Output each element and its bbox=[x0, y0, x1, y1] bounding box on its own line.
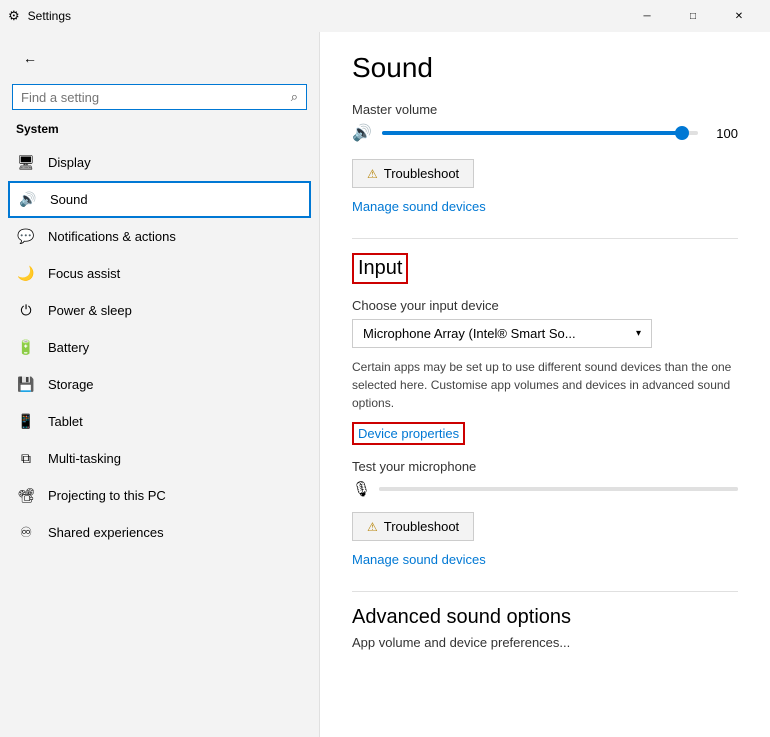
mic-icon: 🎙 bbox=[352, 480, 371, 498]
search-icon: ⌕ bbox=[291, 89, 298, 105]
volume-slider-track[interactable] bbox=[382, 131, 698, 135]
power-icon: ⏻ bbox=[16, 302, 36, 319]
nav-item-storage[interactable]: 💾 Storage bbox=[0, 366, 319, 403]
troubleshoot-label: Troubleshoot bbox=[384, 166, 459, 181]
maximize-button[interactable]: □ bbox=[670, 0, 716, 32]
nav-label-battery: Battery bbox=[48, 340, 89, 355]
section-divider-2 bbox=[352, 591, 738, 592]
manage-sound-link[interactable]: Manage sound devices bbox=[352, 199, 486, 214]
troubleshoot-label-2: Troubleshoot bbox=[384, 519, 459, 534]
nav-label-focus: Focus assist bbox=[48, 266, 120, 281]
master-volume-label: Master volume bbox=[352, 102, 738, 117]
nav-label-notifications: Notifications & actions bbox=[48, 229, 176, 244]
nav-label-tablet: Tablet bbox=[48, 414, 83, 429]
advanced-title: Advanced sound options bbox=[352, 606, 738, 629]
section-divider-1 bbox=[352, 238, 738, 239]
titlebar: ⚙ Settings ─ □ ✕ bbox=[0, 0, 770, 32]
minimize-button[interactable]: ─ bbox=[624, 0, 670, 32]
nav-label-projecting: Projecting to this PC bbox=[48, 488, 166, 503]
titlebar-controls: ─ □ ✕ bbox=[624, 0, 762, 32]
volume-slider-fill bbox=[382, 131, 682, 135]
dropdown-arrow-icon: ▾ bbox=[636, 328, 641, 339]
input-device-dropdown[interactable]: Microphone Array (Intel® Smart So... ▾ bbox=[352, 319, 652, 348]
input-section-title-wrapper: Input bbox=[352, 253, 408, 284]
mic-level-track bbox=[379, 487, 738, 491]
titlebar-left: ⚙ Settings bbox=[8, 8, 71, 24]
shared-icon: ♾ bbox=[16, 524, 36, 541]
sidebar-header: ← bbox=[0, 32, 319, 84]
sound-icon: 🔊 bbox=[18, 191, 38, 208]
multitasking-icon: ⧉ bbox=[16, 450, 36, 467]
sidebar: ← ⌕ System 🖥 Display 🔊 Sound 💬 Notificat… bbox=[0, 32, 320, 737]
volume-icon: 🔊 bbox=[352, 123, 372, 143]
input-device-value: Microphone Array (Intel® Smart So... bbox=[363, 326, 576, 341]
warning-icon-2: ⚠ bbox=[367, 520, 378, 534]
nav-item-notifications[interactable]: 💬 Notifications & actions bbox=[0, 218, 319, 255]
search-box[interactable]: ⌕ bbox=[12, 84, 307, 110]
notifications-icon: 💬 bbox=[16, 228, 36, 245]
back-button[interactable]: ← bbox=[16, 44, 44, 72]
nav-label-multitasking: Multi-tasking bbox=[48, 451, 121, 466]
storage-icon: 💾 bbox=[16, 376, 36, 393]
nav-item-focus[interactable]: 🌙 Focus assist bbox=[0, 255, 319, 292]
tablet-icon: 📱 bbox=[16, 413, 36, 430]
content-area: Sound Master volume 🔊 100 ⚠ Troubleshoot… bbox=[320, 32, 770, 737]
battery-icon: 🔋 bbox=[16, 339, 36, 356]
search-input[interactable] bbox=[21, 90, 285, 105]
device-props-wrapper: Device properties bbox=[352, 422, 465, 445]
nav-label-display: Display bbox=[48, 155, 91, 170]
page-title: Sound bbox=[352, 52, 738, 84]
input-section-title: Input bbox=[358, 257, 402, 279]
titlebar-title: Settings bbox=[28, 9, 71, 23]
nav-item-shared[interactable]: ♾ Shared experiences bbox=[0, 514, 319, 551]
nav-item-tablet[interactable]: 📱 Tablet bbox=[0, 403, 319, 440]
warning-icon: ⚠ bbox=[367, 167, 378, 181]
nav-item-projecting[interactable]: 📽 Projecting to this PC bbox=[0, 477, 319, 514]
settings-icon: ⚙ bbox=[8, 8, 20, 24]
device-properties-link[interactable]: Device properties bbox=[354, 424, 463, 443]
app-container: ← ⌕ System 🖥 Display 🔊 Sound 💬 Notificat… bbox=[0, 32, 770, 737]
nav-item-display[interactable]: 🖥 Display bbox=[0, 144, 319, 181]
focus-icon: 🌙 bbox=[16, 265, 36, 282]
input-info-text: Certain apps may be set up to use differ… bbox=[352, 358, 732, 412]
troubleshoot-button-2[interactable]: ⚠ Troubleshoot bbox=[352, 512, 474, 541]
nav-label-storage: Storage bbox=[48, 377, 94, 392]
nav-item-battery[interactable]: 🔋 Battery bbox=[0, 329, 319, 366]
manage-sound-link-2[interactable]: Manage sound devices bbox=[352, 552, 486, 567]
projecting-icon: 📽 bbox=[16, 487, 36, 504]
volume-row: 🔊 100 bbox=[352, 123, 738, 143]
mic-row: 🎙 bbox=[352, 480, 738, 498]
nav-label-power: Power & sleep bbox=[48, 303, 132, 318]
sidebar-section-label: System bbox=[0, 118, 319, 144]
close-button[interactable]: ✕ bbox=[716, 0, 762, 32]
troubleshoot-button[interactable]: ⚠ Troubleshoot bbox=[352, 159, 474, 188]
nav-item-sound[interactable]: 🔊 Sound bbox=[8, 181, 311, 218]
test-mic-label: Test your microphone bbox=[352, 459, 738, 474]
advanced-sub: App volume and device preferences... bbox=[352, 635, 738, 650]
nav-label-shared: Shared experiences bbox=[48, 525, 164, 540]
volume-slider-thumb[interactable] bbox=[675, 126, 689, 140]
nav-item-multitasking[interactable]: ⧉ Multi-tasking bbox=[0, 440, 319, 477]
nav-item-power[interactable]: ⏻ Power & sleep bbox=[0, 292, 319, 329]
volume-value: 100 bbox=[708, 126, 738, 141]
back-icon: ← bbox=[23, 50, 37, 66]
display-icon: 🖥 bbox=[16, 154, 36, 171]
nav-label-sound: Sound bbox=[50, 192, 88, 207]
choose-input-label: Choose your input device bbox=[352, 298, 738, 313]
